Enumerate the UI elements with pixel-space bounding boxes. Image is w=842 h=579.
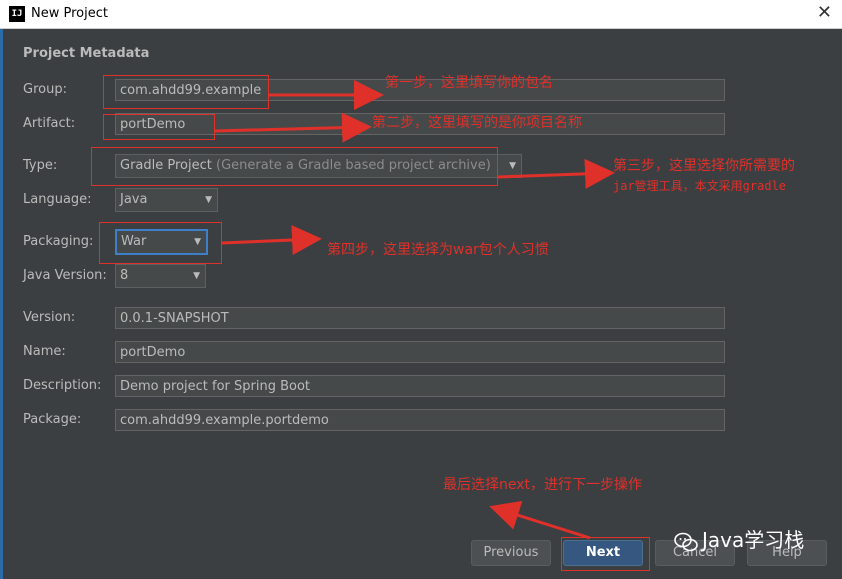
wechat-icon	[674, 532, 698, 551]
annotation-step3-line1: 第三步，这里选择你所需要的	[613, 158, 795, 174]
annotation-step2: 第二步，这里填写的是你项目名称	[372, 115, 582, 131]
annotation-step3-line2: jar管理工具，本文采用gradle	[613, 179, 787, 193]
annotation-step4: 第四步，这里选择为war包个人习惯	[327, 242, 549, 258]
watermark-text: Java学习栈	[702, 528, 805, 552]
watermark: Java学习栈	[674, 524, 804, 553]
annotation-final: 最后选择next，进行下一步操作	[443, 477, 643, 493]
annotation-step1: 第一步，这里填写你的包名	[385, 75, 553, 91]
